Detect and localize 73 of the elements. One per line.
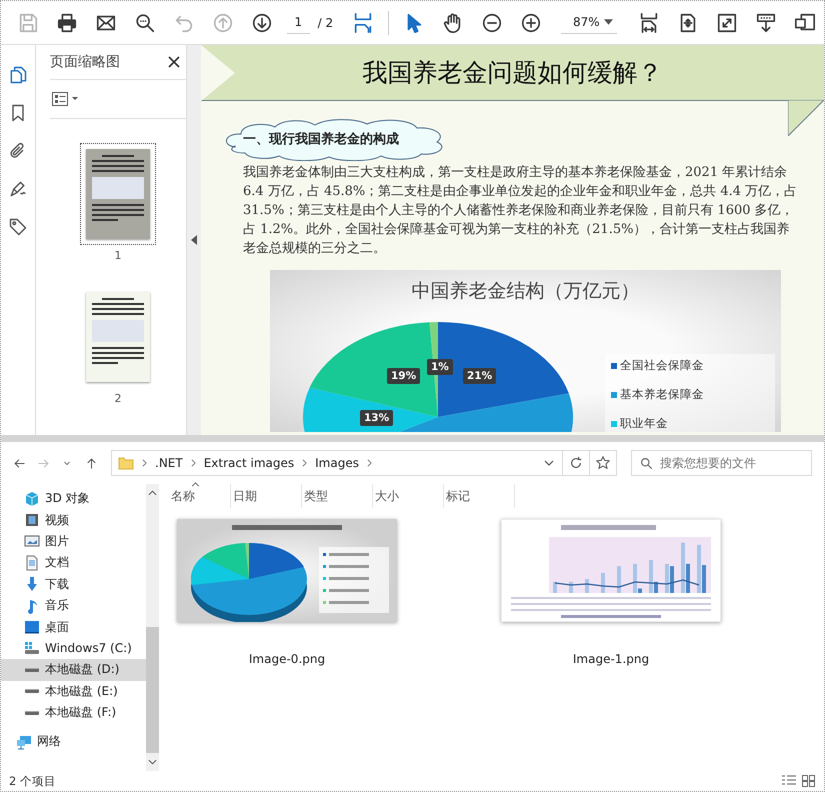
breadcrumb-item[interactable]: .NET [155,456,183,470]
data-label: 13% [360,410,394,426]
chevron-icon [190,459,196,467]
folder-icon [118,455,134,471]
breadcrumb-item[interactable]: Images [315,456,359,470]
legend-label: 职业年金 [620,416,668,431]
scrollbar[interactable] [146,484,159,771]
nav-item[interactable]: 桌面 [1,616,146,638]
system-drive-icon [24,640,40,656]
column-header[interactable]: 类型 [302,484,373,508]
legend-label: 基本养老保障金 [620,387,704,402]
document-title: 我国养老金问题如何缓解？ [362,57,662,89]
nav-item[interactable]: 本地磁盘 (E:) [1,680,146,702]
chevron-icon [142,459,147,467]
column-header[interactable]: 大小 [373,484,444,508]
nav-item[interactable]: Windows7 (C:) [1,638,146,660]
download-icon [24,576,40,592]
caret-icon [604,19,613,25]
nav-item[interactable]: 3D 对象 [1,488,146,510]
pie-chart-thumbnail[interactable] [177,519,397,622]
page-number: 1 [114,249,122,262]
column-header[interactable]: 日期 [231,484,302,508]
column-header[interactable]: 名称 [169,484,231,508]
section-heading: 一、现行我国养老金的构成 [243,130,399,148]
data-label: 19% [387,368,420,384]
page-total: / 2 [318,16,334,30]
chevron-icon [366,459,372,467]
data-label: 1% [427,359,453,375]
status-text: 2 个项目 [9,774,56,788]
nav-item[interactable]: 网络 [1,731,146,753]
drive-icon [25,710,39,715]
drive-icon [25,689,39,694]
nav-item[interactable]: 本地磁盘 (F:) [1,702,146,724]
nav-item[interactable]: 图片 [1,530,146,552]
legend-label: 全国社会保障金 [620,358,704,373]
zoom-dropdown[interactable]: 87% [560,11,617,34]
collapse-icon[interactable] [191,235,197,245]
network-icon [16,734,32,750]
page-number-field[interactable]: 1 [287,11,310,34]
document-icon [24,554,40,571]
desktop-icon [24,619,40,636]
breadcrumb-item[interactable]: Extract images [204,456,294,470]
chart-title: 中国养老金结构（万亿元） [410,279,640,304]
refresh-icon[interactable] [563,450,590,476]
file-name[interactable]: Image-1.png [572,652,650,666]
details-view-icon[interactable] [782,775,796,787]
dropdown-icon[interactable] [544,460,554,466]
video-icon [24,512,40,528]
cube-icon [24,490,40,507]
panel-title: 页面缩略图 [50,53,120,71]
nav-item[interactable]: 文档 [1,552,146,574]
drive-icon [25,668,39,672]
close-icon[interactable] [168,56,180,68]
scroll-down-icon[interactable] [148,759,157,765]
column-header[interactable]: 标记 [444,484,515,508]
body-paragraph: 我国养老金体制由三大支柱构成，第一支柱是政府主导的基本养老保险基金，2021 年累计结余 6.4 万亿，占 45.8%；第二支柱是由企事业单位发起的企业年金和职业年金，总共 4.4 万亿，占 31.5%；第三支柱是由个人主导的个人储蓄性养老保险和商业养老保险，目前只有 1600 多亿，占 1.2%。此外，全国社会保障基金可视为第一支柱的补充（21.5%），合计第一支柱占我国养老金总规模的三分之二。 [243,164,798,258]
bar-chart-thumbnail[interactable] [501,519,721,622]
page-thumbnail[interactable] [80,143,156,245]
search-icon [640,457,653,470]
nav-item[interactable]: 下载 [1,574,146,595]
page-number: 2 [114,392,122,405]
data-label: 21% [463,368,496,384]
search-field[interactable]: 搜索您想要的文件 [631,450,812,476]
nav-item[interactable]: 视频 [1,509,146,531]
options-icon[interactable] [52,92,78,106]
nav-item[interactable]: 音乐 [1,594,146,616]
scroll-up-icon[interactable] [148,490,157,496]
chevron-icon [302,459,308,467]
picture-icon [24,533,40,550]
nav-item[interactable]: 本地磁盘 (D:) [1,659,146,681]
large-icons-view-icon[interactable] [802,775,816,787]
file-name[interactable]: Image-0.png [248,652,326,666]
address-bar[interactable]: .NET Extract images Images [111,450,563,476]
